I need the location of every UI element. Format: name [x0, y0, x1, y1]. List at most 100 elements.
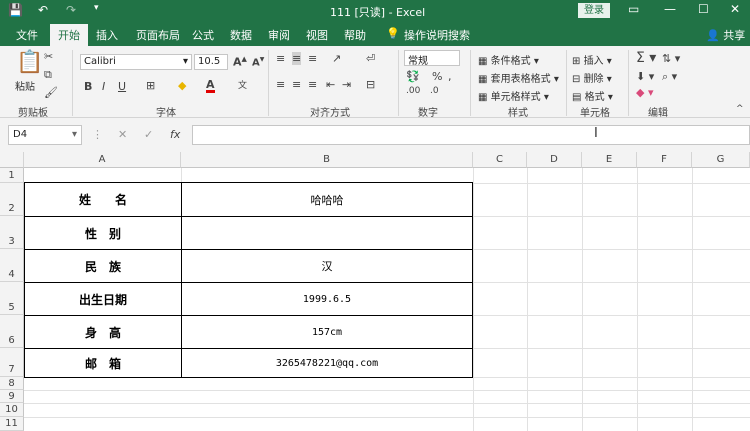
tab-home[interactable]: 开始 [50, 24, 88, 46]
row-header-3[interactable]: 3 [0, 216, 24, 249]
currency-icon[interactable]: 💱 [406, 70, 420, 83]
increase-indent-icon[interactable]: ⇥ [342, 78, 351, 91]
tab-review[interactable]: 审阅 [268, 27, 290, 43]
font-color-icon[interactable]: A [206, 79, 215, 93]
tab-help[interactable]: 帮助 [344, 27, 366, 43]
font-name-select[interactable]: Calibri ▾ [80, 54, 192, 70]
clear-icon[interactable]: ◆ ▾ [636, 86, 653, 99]
table-cell-label[interactable]: 邮 箱 [24, 348, 182, 378]
format-as-table-button[interactable]: ▦ 套用表格格式 ▾ [478, 70, 559, 85]
column-header-c[interactable]: C [473, 152, 527, 168]
find-select-icon[interactable]: ⌕ ▾ [662, 70, 677, 84]
tab-data[interactable]: 数据 [230, 27, 252, 43]
table-cell-value[interactable]: 哈哈哈 [181, 182, 473, 217]
table-cell-label[interactable]: 民 族 [24, 249, 182, 283]
table-cell-label[interactable]: 身 高 [24, 315, 182, 349]
orientation-icon[interactable]: ↗ [332, 52, 341, 65]
insert-cells-button[interactable]: ⊞ 插入 ▾ [572, 52, 612, 67]
row-header-11[interactable]: 11 [0, 417, 24, 431]
insert-function-icon[interactable]: fx [170, 128, 180, 141]
conditional-format-button[interactable]: ▦ 条件格式 ▾ [478, 52, 539, 67]
column-header-a[interactable]: A [24, 152, 181, 168]
share-button[interactable]: 👤 共享 [706, 27, 745, 43]
collapse-ribbon-icon[interactable]: ^ [736, 104, 744, 114]
copy-icon[interactable]: ⧉ [44, 68, 52, 82]
cut-icon[interactable]: ✂ [44, 50, 53, 63]
tab-view[interactable]: 视图 [306, 27, 328, 43]
close-icon[interactable]: ✕ [730, 2, 740, 16]
redo-icon[interactable]: ↷ [66, 3, 76, 17]
align-left-icon[interactable]: ≡ [276, 78, 285, 91]
font-size-select[interactable]: 10.5 [194, 54, 228, 70]
decrease-indent-icon[interactable]: ⇤ [326, 78, 335, 91]
cell-styles-button[interactable]: ▦ 单元格样式 ▾ [478, 88, 549, 103]
row-header-10[interactable]: 10 [0, 403, 24, 417]
table-cell-label[interactable]: 出生日期 [24, 282, 182, 316]
grow-font-icon[interactable]: A▲ [233, 55, 247, 69]
align-right-icon[interactable]: ≡ [308, 78, 317, 91]
borders-icon[interactable]: ⊞ [146, 79, 155, 92]
merge-center-icon[interactable]: ⊟ [366, 78, 375, 91]
delete-cells-button[interactable]: ⊟ 删除 ▾ [572, 70, 612, 85]
column-header-b[interactable]: B [181, 152, 473, 168]
cancel-icon[interactable]: ✕ [118, 128, 127, 141]
row-header-9[interactable]: 9 [0, 390, 24, 403]
column-header-d[interactable]: D [527, 152, 582, 168]
undo-icon[interactable]: ↶ [38, 3, 48, 17]
align-bottom-icon[interactable]: ≡ [308, 52, 317, 65]
number-format-select[interactable]: 常规 [404, 50, 460, 67]
column-header-f[interactable]: F [637, 152, 692, 168]
decrease-decimal-icon[interactable]: .0 [430, 86, 439, 96]
enter-icon[interactable]: ✓ [144, 128, 153, 141]
tab-file[interactable]: 文件 [16, 27, 38, 43]
worksheet-grid[interactable]: A B C D E F G 1 2 3 4 5 6 7 8 9 10 11 姓 … [0, 152, 750, 431]
name-box[interactable]: D4 ▾ [8, 125, 82, 145]
percent-icon[interactable]: % [432, 70, 442, 83]
tab-page-layout[interactable]: 页面布局 [136, 27, 180, 43]
maximize-icon[interactable]: ☐ [698, 2, 709, 16]
underline-icon[interactable]: U [118, 80, 126, 93]
column-header-e[interactable]: E [582, 152, 637, 168]
tell-me-search[interactable]: 操作说明搜索 [404, 27, 470, 43]
select-all-corner[interactable] [0, 152, 24, 168]
minimize-icon[interactable]: — [664, 2, 676, 16]
login-button[interactable]: 登录 [578, 3, 610, 18]
customize-qa-icon[interactable]: ▾ [94, 3, 99, 13]
sort-filter-icon[interactable]: ⇅ ▾ [662, 52, 680, 65]
table-cell-value[interactable]: 3265478221@qq.com [181, 348, 473, 378]
paste-button[interactable]: 粘贴 [15, 78, 35, 93]
table-cell-value[interactable]: 1999.6.5 [181, 282, 473, 316]
table-cell-label[interactable]: 性 别 [24, 216, 182, 250]
italic-icon[interactable]: I [102, 80, 105, 93]
formula-input[interactable] [192, 125, 750, 145]
comma-icon[interactable]: , [448, 70, 452, 83]
table-cell-value[interactable]: 157cm [181, 315, 473, 349]
increase-decimal-icon[interactable]: .00 [406, 86, 420, 96]
bold-icon[interactable]: B [84, 80, 92, 93]
row-header-6[interactable]: 6 [0, 315, 24, 348]
fill-color-icon[interactable]: ◆ [178, 79, 186, 92]
row-header-8[interactable]: 8 [0, 377, 24, 390]
tab-insert[interactable]: 插入 [96, 27, 118, 43]
column-header-g[interactable]: G [692, 152, 750, 168]
row-header-2[interactable]: 2 [0, 183, 24, 216]
row-header-7[interactable]: 7 [0, 348, 24, 377]
format-cells-button[interactable]: ▤ 格式 ▾ [572, 88, 613, 103]
row-header-5[interactable]: 5 [0, 282, 24, 315]
shrink-font-icon[interactable]: A▼ [252, 56, 264, 68]
phonetic-icon[interactable]: 文 [238, 78, 247, 91]
table-cell-label[interactable]: 姓 名 [24, 182, 182, 217]
wrap-text-icon[interactable]: ⏎ [366, 52, 375, 65]
tab-formulas[interactable]: 公式 [192, 27, 214, 43]
fill-icon[interactable]: ⬇ ▾ [636, 70, 654, 83]
table-cell-value[interactable] [181, 216, 473, 250]
row-header-4[interactable]: 4 [0, 249, 24, 282]
align-middle-icon[interactable]: ≡ [292, 52, 302, 65]
ribbon-display-icon[interactable]: ▭ [628, 2, 639, 16]
paste-icon[interactable]: 📋 [16, 50, 43, 75]
table-cell-value[interactable]: 汉 [181, 249, 473, 283]
format-painter-icon[interactable]: 🖌 [44, 86, 58, 99]
align-center-icon[interactable]: ≡ [292, 78, 301, 91]
autosum-icon[interactable]: Σ ▾ [636, 50, 656, 66]
save-icon[interactable]: 💾 [8, 3, 23, 17]
